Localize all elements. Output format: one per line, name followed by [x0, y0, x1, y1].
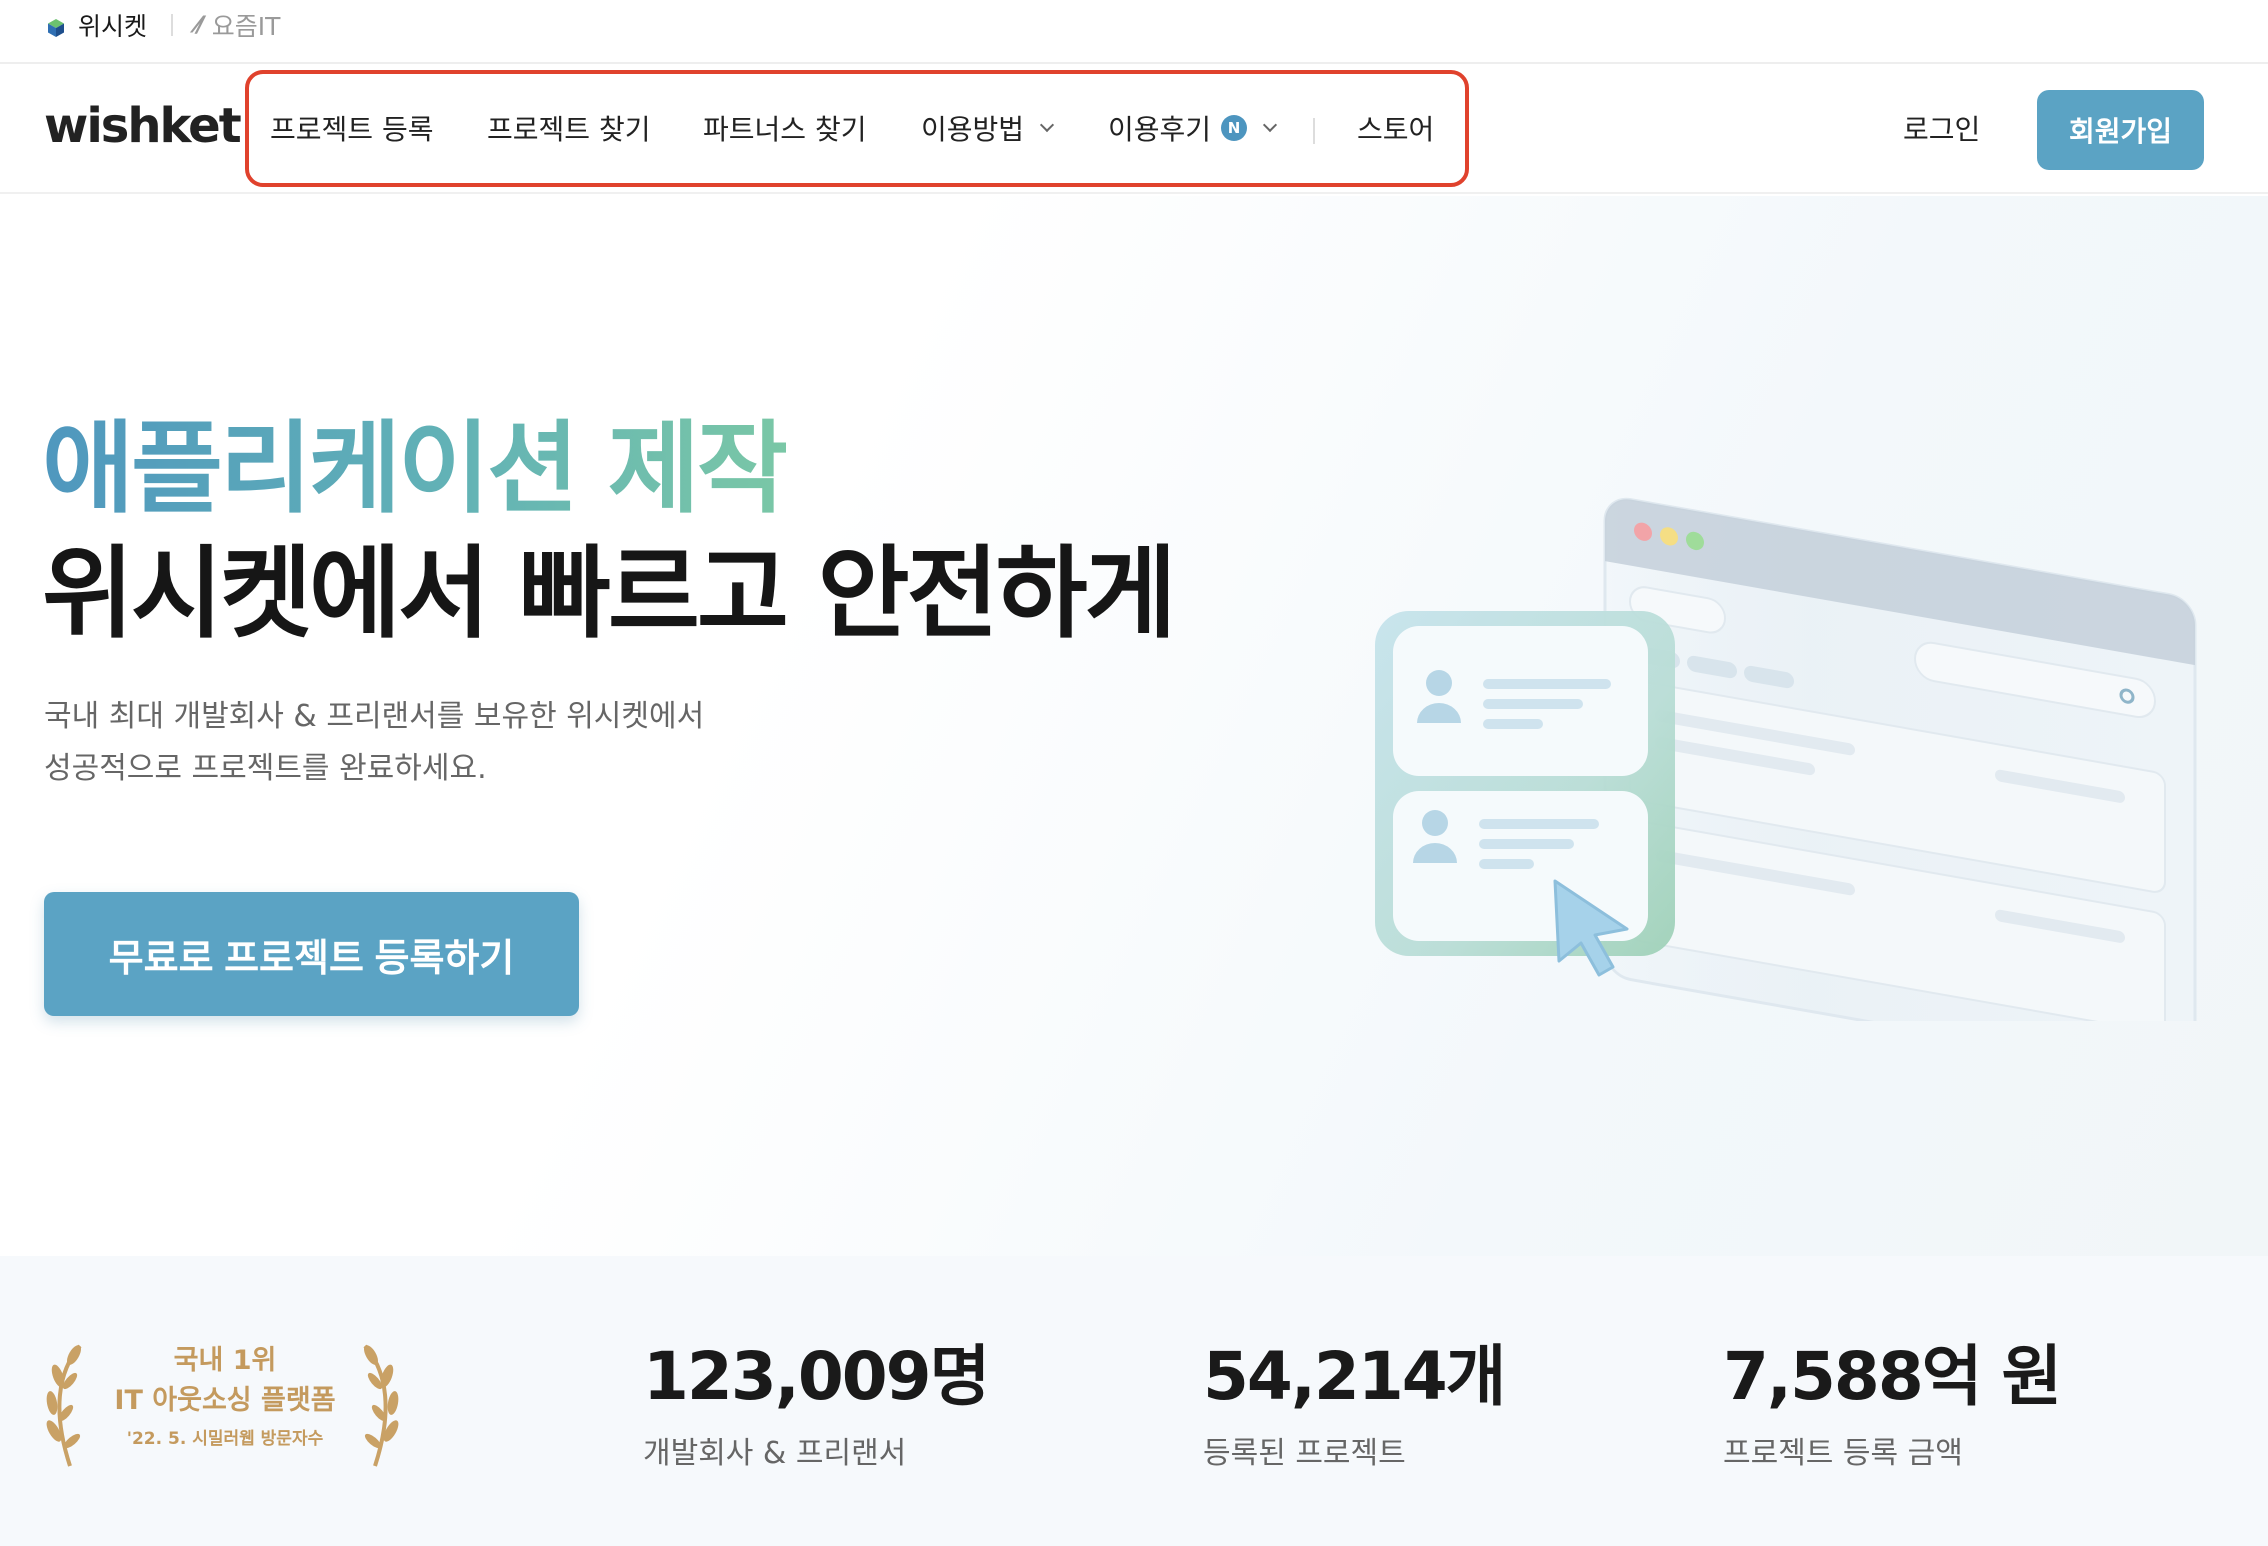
- site-label-wishket: 위시켓: [78, 12, 148, 41]
- nav-item-label: 이용방법: [921, 113, 1025, 146]
- top-utility-bar: 위시켓 ⁄/ 요즘IT: [0, 0, 2268, 64]
- award-text: 국내 1위 IT 아웃소싱 플랫폼 '22. 5. 시밀러웹 방문자수: [80, 1341, 370, 1457]
- wishket-cube-icon: [46, 15, 66, 37]
- nav-item-how-to-use[interactable]: 이용방법: [921, 106, 1055, 150]
- hero-title-line2: 위시켓에서 빠르고 안전하게: [42, 535, 1177, 652]
- site-label-yozmit: 요즘IT: [211, 12, 281, 41]
- nav-item-label: 이용후기: [1108, 113, 1212, 146]
- login-link[interactable]: 로그인: [1903, 106, 1980, 150]
- stat-label: 개발회사 & 프리랜서: [643, 1436, 907, 1471]
- hero-subtitle-line2: 성공적으로 프로젝트를 완료하세요.: [44, 751, 487, 786]
- award-line3: '22. 5. 시밀러웹 방문자수: [126, 1429, 324, 1449]
- user-avatar-icon: [1426, 670, 1452, 696]
- site-link-yozmit[interactable]: ⁄/ 요즘IT: [196, 10, 281, 41]
- topbar-divider: [171, 14, 173, 36]
- stat-partners: 123,009명 개발회사 & 프리랜서: [643, 1336, 990, 1472]
- hero-section: 애플리케이션 제작 위시켓에서 빠르고 안전하게 국내 최대 개발회사 & 프리…: [0, 196, 2268, 1256]
- new-badge: N: [1221, 115, 1248, 141]
- hero-subtitle: 국내 최대 개발회사 & 프리랜서를 보유한 위시켓에서 성공적으로 프로젝트를…: [44, 691, 704, 795]
- hero-illustration: [1355, 421, 2215, 1077]
- nav-item-label: 스토어: [1357, 113, 1435, 146]
- nav-item-label: 프로젝트 찾기: [487, 113, 651, 146]
- stats-section: 국내 1위 IT 아웃소싱 플랫폼 '22. 5. 시밀러웹 방문자수 123,…: [0, 1256, 2268, 1546]
- award-badge: 국내 1위 IT 아웃소싱 플랫폼 '22. 5. 시밀러웹 방문자수: [40, 1341, 410, 1471]
- wishket-logo[interactable]: wishket: [44, 98, 242, 154]
- nav-item-label: 파트너스 찾기: [703, 113, 867, 146]
- hero-title-line1: 애플리케이션 제작: [42, 406, 789, 531]
- nav-item-project-find[interactable]: 프로젝트 찾기: [487, 106, 650, 150]
- signup-button[interactable]: 회원가입: [2037, 90, 2204, 170]
- user-avatar-icon: [1422, 810, 1448, 836]
- stat-value: 54,214개: [1203, 1338, 1506, 1415]
- stat-value: 123,009명: [643, 1338, 990, 1415]
- profile-cards-graphic: [1375, 611, 1675, 977]
- nav-item-partners-find[interactable]: 파트너스 찾기: [703, 106, 866, 150]
- award-line2: IT 아웃소싱 플랫폼: [114, 1385, 336, 1416]
- browser-window-graphic: [1603, 497, 2197, 1077]
- main-navbar: wishket 프로젝트 등록 프로젝트 찾기 파트너스 찾기 이용방법 이용후…: [0, 66, 2268, 194]
- nav-item-store[interactable]: 스토어: [1357, 106, 1434, 150]
- stat-value: 7,588억 원: [1723, 1338, 2062, 1415]
- chevron-down-icon: [1039, 117, 1055, 133]
- stat-label: 등록된 프로젝트: [1203, 1436, 1406, 1471]
- award-line1: 국내 1위: [173, 1345, 277, 1376]
- yozmit-logo-icon: ⁄/: [196, 12, 205, 38]
- nav-divider: [1313, 118, 1315, 144]
- register-project-free-button[interactable]: 무료로 프로젝트 등록하기: [44, 892, 579, 1016]
- stat-label: 프로젝트 등록 금액: [1723, 1436, 1963, 1471]
- stat-amount: 7,588억 원 프로젝트 등록 금액: [1723, 1336, 2062, 1472]
- stat-projects: 54,214개 등록된 프로젝트: [1203, 1336, 1506, 1472]
- nav-item-project-register[interactable]: 프로젝트 등록: [270, 106, 433, 150]
- chevron-down-icon: [1262, 117, 1278, 133]
- nav-item-label: 프로젝트 등록: [270, 113, 434, 146]
- hero-subtitle-line1: 국내 최대 개발회사 & 프리랜서를 보유한 위시켓에서: [44, 699, 705, 734]
- site-link-wishket[interactable]: 위시켓: [46, 10, 148, 41]
- nav-item-reviews[interactable]: 이용후기 N: [1108, 106, 1278, 150]
- laurel-right-icon: [363, 1344, 399, 1467]
